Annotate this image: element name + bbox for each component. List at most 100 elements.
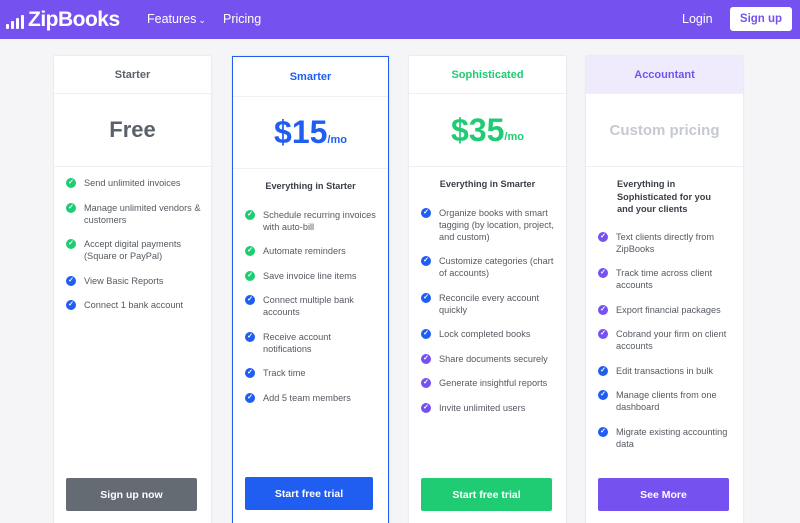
feature-item: ✓ Track time	[245, 367, 378, 379]
brand-logo[interactable]: ZipBooks	[6, 8, 120, 32]
signup-button[interactable]: Sign up	[730, 7, 792, 31]
plan-subhead: Everything in Starter	[265, 181, 356, 191]
feature-text: Organize books with smart tagging (by lo…	[439, 207, 554, 242]
check-circle-icon: ✓	[66, 202, 76, 213]
feature-text: Generate insightful reports	[439, 378, 548, 388]
feature-text: Manage clients from one dashboard	[616, 390, 717, 412]
check-circle-icon: ✓	[598, 390, 608, 400]
plan-name: Accountant	[586, 56, 743, 94]
feature-item: ✓ Track time across client accounts	[598, 267, 733, 291]
check-circle-icon: ✓	[245, 392, 255, 403]
check-circle-icon: ✓	[245, 295, 255, 305]
plan-name: Smarter	[233, 57, 388, 97]
check-circle-icon: ✓	[66, 300, 76, 310]
check-circle-icon: ✓	[66, 239, 76, 249]
feature-item: ✓ Manage clients from one dashboard	[598, 389, 733, 413]
top-navbar: ZipBooks Features ⌄ Pricing Login Sign up	[0, 0, 800, 39]
feature-item: ✓ Connect multiple bank accounts	[245, 294, 378, 318]
feature-item: ✓ Export financial packages	[598, 304, 733, 316]
feature-list: ✓ Organize books with smart tagging (by l…	[409, 207, 566, 414]
plan-name: Sophisticated	[409, 56, 566, 94]
feature-item: ✓ Organize books with smart tagging (by l…	[421, 207, 556, 243]
start-free-trial-button[interactable]: Start free trial	[421, 478, 552, 511]
feature-text: Connect multiple bank accounts	[263, 295, 354, 317]
nav-pricing-link[interactable]: Pricing	[223, 12, 261, 26]
check-circle-icon: ✓	[245, 331, 255, 342]
plan-price: $35	[451, 111, 505, 148]
check-circle-icon: ✓	[245, 368, 255, 378]
login-link[interactable]: Login	[682, 12, 713, 26]
feature-text: Save invoice line items	[263, 270, 357, 281]
plan-name: Starter	[54, 56, 211, 94]
check-circle-icon: ✓	[421, 402, 431, 413]
feature-text: Track time across client accounts	[616, 268, 713, 290]
check-circle-icon: ✓	[245, 246, 255, 256]
feature-item: ✓ Share documents securely	[421, 353, 556, 365]
feature-text: Manage unlimited vendors & customers	[84, 202, 201, 225]
feature-text: Track time	[263, 368, 306, 378]
nav-features-label: Features	[147, 12, 197, 26]
feature-text: Cobrand your firm on client accounts	[616, 329, 727, 351]
feature-item: ✓ Send unlimited invoices	[66, 177, 201, 189]
feature-item: ✓ View Basic Reports	[66, 275, 201, 287]
check-circle-icon: ✓	[66, 275, 76, 286]
plan-subhead: Everything in Sophisticated for you and …	[617, 179, 711, 214]
feature-text: Migrate existing accounting data	[616, 426, 728, 449]
feature-item: ✓ Manage unlimited vendors & customers	[66, 202, 201, 226]
feature-text: Accept digital payments (Square or PayPa…	[84, 239, 182, 261]
feature-item: ✓ Cobrand your firm on client accounts	[598, 328, 733, 352]
check-circle-icon: ✓	[421, 292, 431, 303]
check-circle-icon: ✓	[245, 209, 255, 220]
feature-text: Connect 1 bank account	[84, 300, 184, 310]
chevron-down-icon: ⌄	[198, 15, 206, 25]
feature-text: Send unlimited invoices	[84, 178, 181, 188]
plan-card-accountant: Accountant Custom pricing Everything in …	[586, 56, 743, 523]
price-period: /mo	[327, 133, 347, 146]
feature-text: Text clients directly from ZipBooks	[616, 231, 715, 254]
feature-item: ✓ Generate insightful reports	[421, 377, 556, 389]
feature-text: Receive account notifications	[263, 331, 331, 354]
plan-card-starter: Starter Free ✓ Send unlimited invoices ✓ Ma…	[54, 56, 211, 523]
feature-item: ✓ Lock completed books	[421, 328, 556, 340]
feature-text: Add 5 team members	[263, 392, 351, 403]
feature-text: Share documents securely	[439, 353, 548, 364]
feature-text: Invite unlimited users	[439, 402, 526, 413]
brand-name: ZipBooks	[28, 8, 120, 31]
feature-item: ✓ Save invoice line items	[245, 270, 378, 282]
price-row: Free	[54, 94, 211, 167]
feature-item: ✓ Customize categories (chart of accounts…	[421, 255, 556, 279]
check-circle-icon: ✓	[598, 304, 608, 315]
check-circle-icon: ✓	[598, 268, 608, 278]
check-circle-icon: ✓	[598, 231, 608, 242]
check-circle-icon: ✓	[598, 365, 608, 376]
plan-card-sophisticated: Sophisticated $35/mo Everything in Smart…	[409, 56, 566, 523]
nav-features-link[interactable]: Features ⌄	[147, 12, 206, 26]
feature-item: ✓ Text clients directly from ZipBooks	[598, 231, 733, 255]
feature-item: ✓ Invite unlimited users	[421, 402, 556, 414]
feature-item: ✓ Schedule recurring invoices with auto-b…	[245, 209, 378, 233]
feature-text: Export financial packages	[616, 304, 721, 315]
feature-item: ✓ Edit transactions in bulk	[598, 365, 733, 377]
check-circle-icon: ✓	[421, 353, 431, 364]
check-circle-icon: ✓	[66, 178, 76, 188]
sign-up-now-button[interactable]: Sign up now	[66, 478, 197, 511]
feature-text: Customize categories (chart of accounts)	[439, 256, 554, 278]
feature-item: ✓ Reconcile every account quickly	[421, 292, 556, 316]
feature-item: ✓ Accept digital payments (Square or PayP…	[66, 238, 201, 262]
price-row: $15/mo	[233, 97, 388, 169]
check-circle-icon: ✓	[598, 329, 608, 339]
bar-chart-icon	[6, 14, 24, 29]
feature-item: ✓ Automate reminders	[245, 245, 378, 257]
check-circle-icon: ✓	[421, 378, 431, 388]
feature-item: ✓ Receive account notifications	[245, 331, 378, 355]
see-more-button[interactable]: See More	[598, 478, 729, 511]
feature-text: View Basic Reports	[84, 275, 164, 286]
check-circle-icon: ✓	[421, 207, 431, 218]
check-circle-icon: ✓	[421, 329, 431, 339]
plan-card-smarter: Smarter $15/mo Everything in Starter ✓ Sc…	[232, 56, 389, 523]
plan-price: $15	[274, 114, 328, 150]
feature-list: ✓ Schedule recurring invoices with auto-b…	[233, 209, 388, 404]
price-row: Custom pricing	[586, 94, 743, 167]
plan-price: Free	[109, 117, 156, 142]
start-free-trial-button[interactable]: Start free trial	[245, 477, 373, 510]
